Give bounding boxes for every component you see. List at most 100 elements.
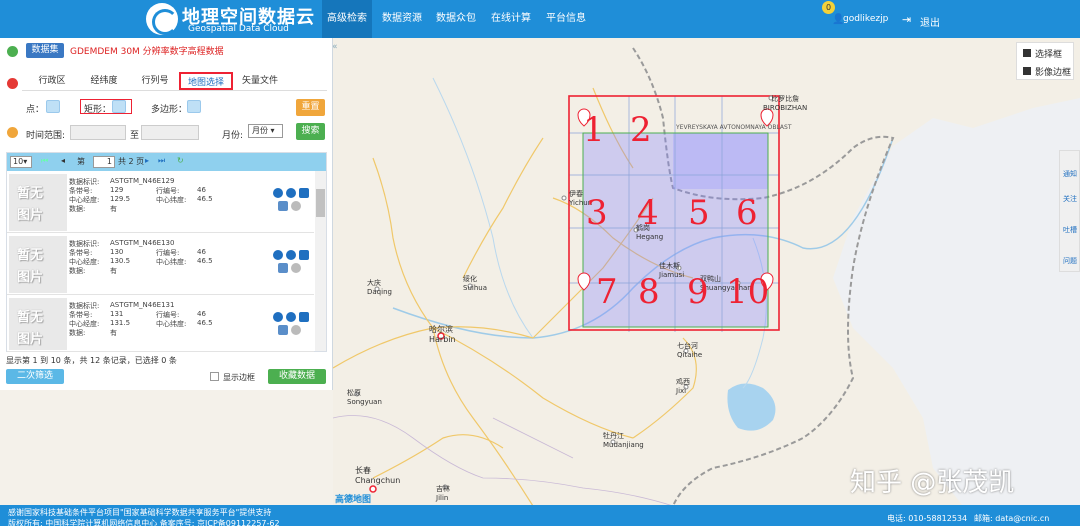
info-icon[interactable] [273, 188, 283, 198]
site-subtitle: Geospatial Data Cloud [188, 24, 289, 34]
checkbox-selection-box[interactable] [1023, 49, 1031, 57]
check-icon[interactable] [278, 325, 288, 335]
download-icon[interactable] [286, 250, 296, 260]
collapse-panel-icon[interactable]: « [333, 42, 340, 62]
list-scrollbar[interactable] [315, 171, 326, 351]
last-page-icon[interactable]: ⏭ [158, 156, 165, 166]
info-icon[interactable] [273, 250, 283, 260]
nav-platform-info[interactable]: 平台信息 [542, 0, 590, 38]
nav-advanced-search[interactable]: 高级检索 [322, 0, 372, 38]
row-lat: 46.5 [197, 257, 213, 265]
month-select[interactable]: 月份 ▾ [248, 124, 283, 138]
search-button[interactable]: 搜索 [296, 123, 325, 140]
city-label: 松原 Songyuan [347, 389, 382, 406]
row-row: 46 [197, 310, 206, 318]
pager-bar: 10▾ ⏮ ◂ 第 1 共 2 页 ▸ ⏭ ↻ [7, 153, 326, 171]
tab-divider [22, 90, 327, 91]
dataset-button[interactable]: 数据集 [26, 43, 64, 58]
logout-link[interactable]: 退出 [920, 14, 940, 29]
result-summary: 显示第 1 到 10 条，共 12 条记录，已选择 0 条 [6, 356, 177, 365]
question-link[interactable]: 问题 [1063, 256, 1077, 266]
city-label: 长春 Changchun [355, 466, 401, 485]
calendar-icon [7, 127, 18, 138]
notice-link[interactable]: 通知 [1063, 169, 1077, 179]
rect-tool-icon[interactable] [112, 100, 126, 113]
map-view[interactable]: 比罗比詹 BIROBIZHAN YEVREYSKAYA AVTONOMNAYA O… [333, 38, 1080, 506]
scrollbar-thumb[interactable] [316, 189, 325, 217]
tile-number: 5 [688, 193, 710, 233]
username-link[interactable]: godlikezjp [843, 14, 888, 24]
reset-button[interactable]: 重置 [296, 99, 325, 116]
location-pin-icon [7, 78, 18, 89]
table-row[interactable]: 暂无 图片 数据标识: ASTGTM_N46E130 条带号: 130 行编号: 46 … [7, 234, 314, 295]
checkbox-image-border[interactable] [1023, 67, 1031, 75]
start-date-input[interactable] [70, 125, 126, 140]
time-range-label: 时间范围: [26, 131, 66, 141]
footer-email: 邮箱: data@cnic.cn [974, 514, 1050, 523]
refine-button[interactable]: 二次筛选 [6, 369, 64, 384]
table-row[interactable]: 暂无 图片 数据标识: ASTGTM_N46E131 条带号: 131 行编号: 46 … [7, 296, 314, 352]
tile-number: 3 [586, 193, 608, 233]
map-layer-controls: 选择框 影像边框 [1016, 42, 1074, 80]
footer-support: 感谢国家科技基础条件平台项目"国家基础科学数据共享服务平台"提供支持 [8, 508, 272, 517]
check-icon[interactable] [278, 201, 288, 211]
no-image-thumb: 暂无 图片 [9, 174, 67, 231]
page-number-input[interactable]: 1 [93, 156, 115, 168]
tile-number: 8 [638, 272, 660, 312]
download-icon[interactable] [286, 188, 296, 198]
city-label: 鸡西 Jixi [676, 378, 690, 395]
follow-link[interactable]: 关注 [1063, 194, 1077, 204]
hide-icon[interactable] [291, 201, 301, 211]
city-label: 比罗比詹 BIROBIZHAN [763, 95, 808, 112]
tab-map-select[interactable]: 地图选择 [179, 72, 233, 90]
row-lon: 130.5 [110, 257, 131, 265]
show-border-checkbox[interactable] [210, 372, 219, 381]
first-page-icon[interactable]: ⏮ [41, 156, 48, 166]
footer-copyright: 版权所有: 中国科学院计算机网络信息中心 备案序号: 京ICP备09112257… [8, 519, 280, 526]
logout-icon[interactable]: ⇥ [902, 13, 911, 26]
info-icon[interactable] [273, 312, 283, 322]
nav-online-compute[interactable]: 在线计算 [487, 0, 535, 38]
download-icon[interactable] [286, 312, 296, 322]
region-label: YEVREYSKAYA AVTONOMNAYA OBLAST [676, 124, 792, 131]
footer-phone: 电话: 010-58812534 [887, 514, 968, 523]
hide-icon[interactable] [291, 325, 301, 335]
next-page-icon[interactable]: ▸ [145, 156, 149, 165]
city-label: 七台河 Qitaihe [677, 342, 703, 359]
row-data: 有 [110, 205, 117, 213]
notification-badge: 0 [822, 1, 835, 14]
end-date-input[interactable] [141, 125, 199, 140]
table-row[interactable]: 暂无 图片 数据标识: ASTGTM_N46E129 条带号: 129 行编号: 46 … [7, 172, 314, 233]
cart-icon[interactable] [299, 250, 309, 260]
row-data: 有 [110, 329, 117, 337]
no-image-thumb: 暂无 图片 [9, 298, 67, 350]
cart-icon[interactable] [299, 188, 309, 198]
tab-path-row[interactable]: 行列号 [135, 72, 175, 90]
page-size-select[interactable]: 10▾ [10, 156, 32, 168]
watermark: 知乎 @张茂凯 [850, 468, 1015, 498]
cart-icon[interactable] [299, 312, 309, 322]
no-image-thumb: 暂无 图片 [9, 236, 67, 293]
row-path: 129 [110, 186, 124, 194]
point-tool-icon[interactable] [46, 100, 60, 113]
collect-data-button[interactable]: 收藏数据 [268, 369, 326, 384]
dataset-name[interactable]: GDEMDEM 30M 分辨率数字高程数据 [70, 44, 224, 57]
nav-data-resources[interactable]: 数据资源 [378, 0, 426, 38]
prev-page-icon[interactable]: ◂ [61, 156, 65, 165]
search-panel: 数据集 GDEMDEM 30M 分辨率数字高程数据 行政区 经纬度 行列号 地图… [0, 38, 333, 390]
field-label: 中心纬度: [156, 196, 187, 204]
tab-vector-file[interactable]: 矢量文件 [238, 72, 282, 90]
feedback-link[interactable]: 吐槽 [1063, 225, 1077, 235]
check-icon[interactable] [278, 263, 288, 273]
tab-lonlat[interactable]: 经纬度 [84, 72, 124, 90]
hide-icon[interactable] [291, 263, 301, 273]
polygon-tool-icon[interactable] [187, 100, 201, 113]
refresh-icon[interactable]: ↻ [177, 156, 184, 165]
city-label: 大庆 Daqing [367, 279, 392, 296]
tile-number: 4 [637, 193, 659, 233]
row-id: ASTGTM_N46E131 [110, 301, 175, 309]
dataset-icon [7, 46, 18, 57]
tab-admin-region[interactable]: 行政区 [32, 72, 72, 90]
nav-crowdsource[interactable]: 数据众包 [432, 0, 480, 38]
tile-number: 1 [583, 110, 605, 150]
